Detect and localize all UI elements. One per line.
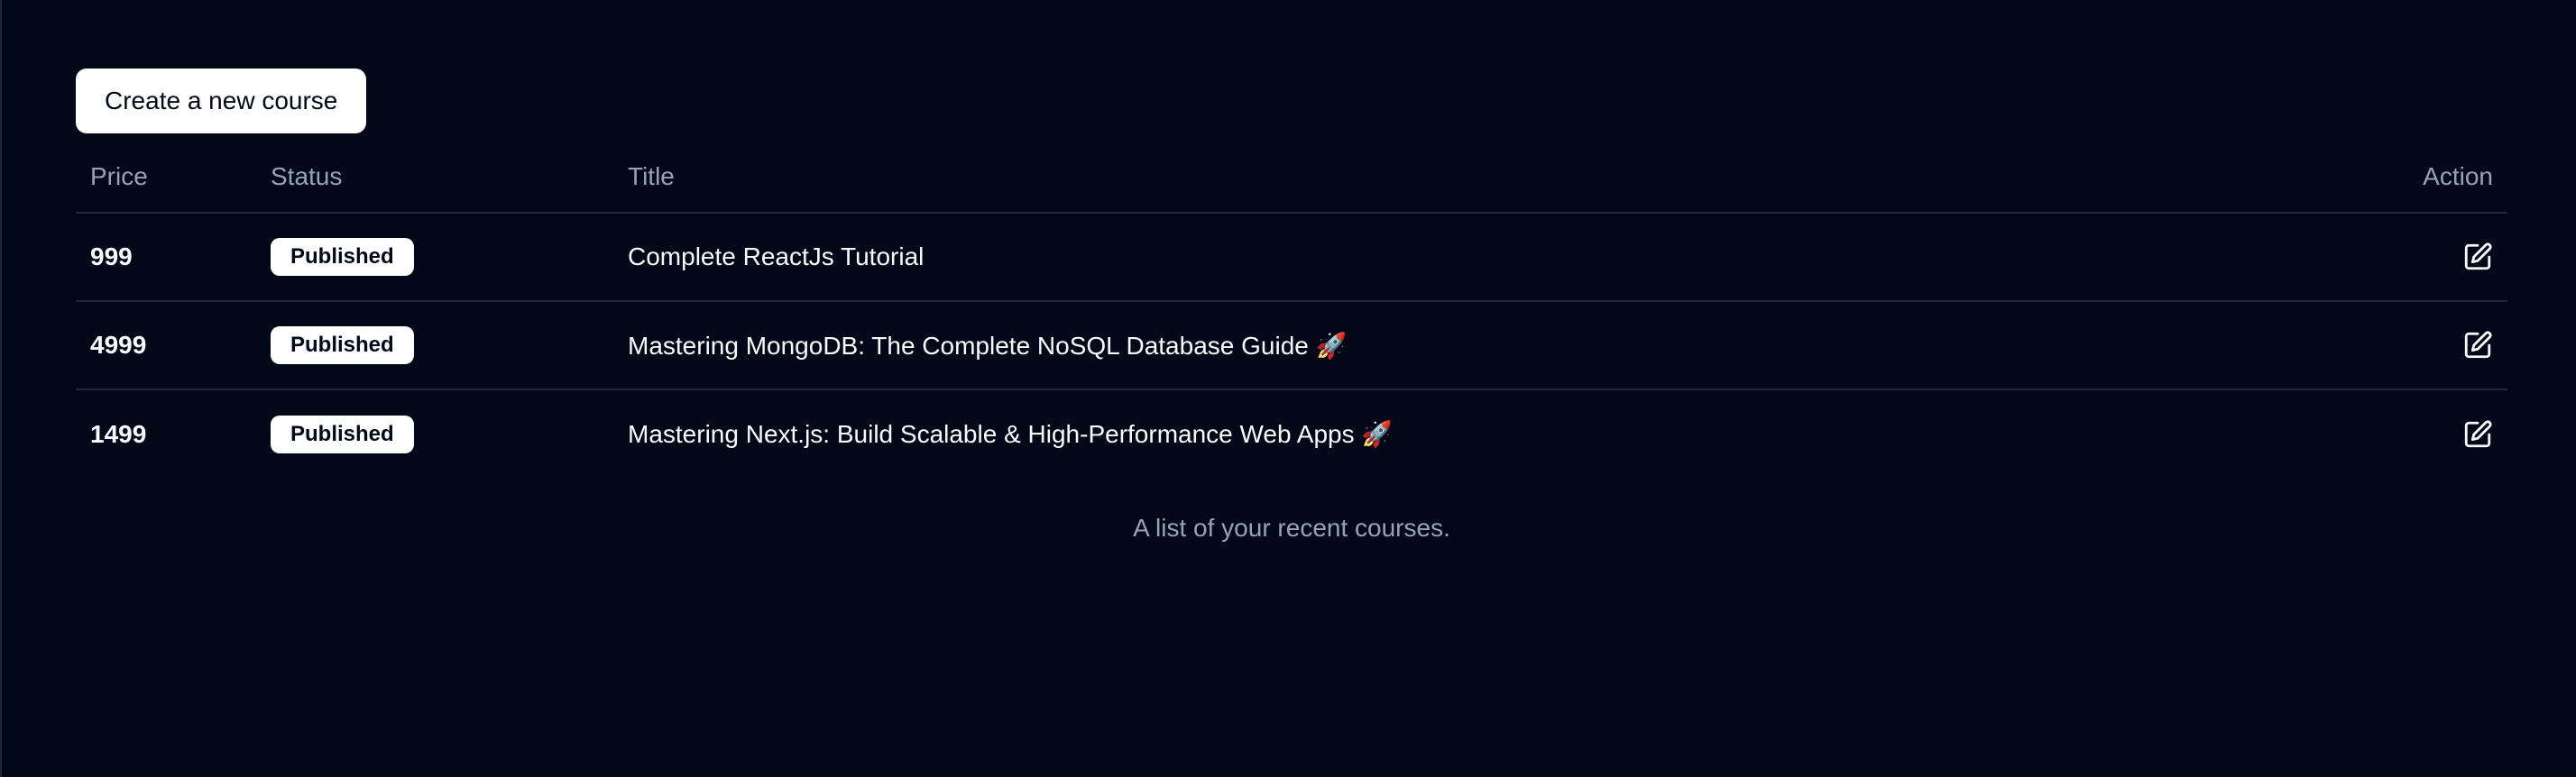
page-left-border [0,0,2,777]
column-header-title: Title [613,141,2327,214]
table-body: 999 Published Complete ReactJs Tutorial … [76,213,2507,478]
table-header: Price Status Title Action [76,141,2507,214]
course-title: Mastering Next.js: Build Scalable & High… [628,420,1394,448]
status-badge: Published [271,238,414,276]
courses-table: Price Status Title Action 999 Published … [76,141,2507,478]
course-price: 4999 [76,301,256,390]
table-row: 4999 Published Mastering MongoDB: The Co… [76,301,2507,390]
status-badge: Published [271,415,414,453]
course-price: 1499 [90,419,147,448]
edit-icon[interactable] [2462,242,2493,272]
courses-panel: Create a new course Price Status Title A… [76,69,2507,543]
edit-icon[interactable] [2462,330,2493,361]
edit-icon[interactable] [2462,419,2493,450]
table-header-row: Price Status Title Action [76,141,2507,214]
course-action-cell [2327,213,2507,302]
course-status-cell: Published [256,213,613,302]
course-title: Mastering MongoDB: The Complete NoSQL Da… [613,301,2327,390]
column-header-price: Price [76,141,256,214]
course-status-cell: Published [256,389,613,478]
table-row: 1499 Published Mastering Next.js: Build … [76,389,2507,478]
status-badge: Published [271,326,414,364]
course-status-cell: Published [256,301,613,390]
table-caption: A list of your recent courses. [1133,514,1450,542]
column-header-status: Status [256,141,613,214]
course-action-cell [2327,389,2507,478]
course-action-cell [2327,301,2507,390]
table-row: 999 Published Complete ReactJs Tutorial [76,213,2507,302]
column-header-action: Action [2327,141,2507,214]
create-course-button[interactable]: Create a new course [76,69,367,133]
course-price: 999 [76,213,256,302]
course-title: Complete ReactJs Tutorial [613,213,2327,302]
